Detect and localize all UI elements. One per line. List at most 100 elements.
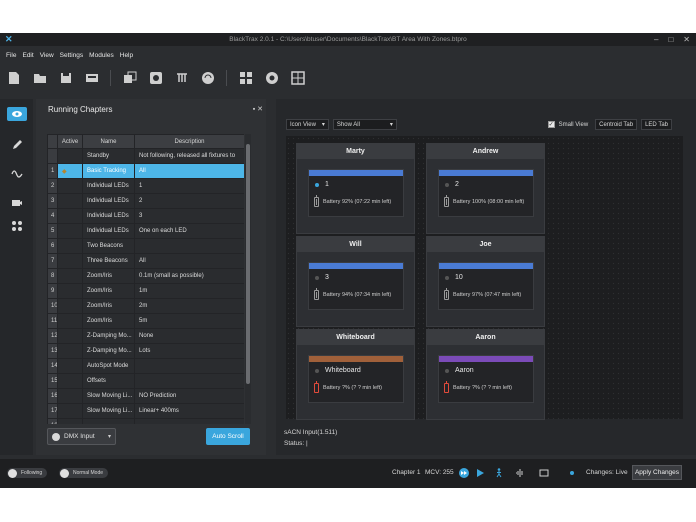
- layout-icon[interactable]: [238, 71, 253, 86]
- tracker-card[interactable]: Aaron Aaron Battery ?% (? ? min left): [426, 329, 545, 420]
- table-row[interactable]: 3 Individual LEDs 2: [47, 193, 244, 209]
- small-view-checkbox[interactable]: ✓: [547, 121, 555, 128]
- tracker-card[interactable]: Andrew 2 Battery 100% (08:00 min left): [426, 143, 545, 234]
- menu-view[interactable]: View: [40, 52, 54, 64]
- save-icon[interactable]: [58, 71, 73, 86]
- following-toggle[interactable]: Following: [7, 468, 48, 478]
- grid-icon[interactable]: [290, 71, 305, 86]
- table-row[interactable]: 16 Slow Moving Li... NO Prediction: [47, 388, 244, 404]
- tracker-color-bar: [309, 263, 403, 269]
- auto-scroll-button[interactable]: Auto Scroll: [206, 428, 250, 445]
- table-row[interactable]: 4 Individual LEDs 3: [47, 208, 244, 224]
- row-description: [134, 418, 244, 424]
- clone-icon[interactable]: [122, 71, 137, 86]
- new-file-icon[interactable]: [6, 71, 21, 86]
- row-description: [134, 373, 244, 389]
- input-select[interactable]: DMX Input ▾: [47, 428, 116, 445]
- tracker-card[interactable]: Will 3 Battery 94% (07:34 min left): [296, 236, 415, 327]
- tracker-view-area: Icon View ▾ Show All ▾ ✓ Small View Centro…: [276, 99, 696, 455]
- row-number: 1: [47, 163, 58, 179]
- menu-help[interactable]: Help: [120, 52, 133, 64]
- maximize-icon[interactable]: □: [668, 35, 673, 44]
- tracker-status-dot-icon: [315, 182, 319, 187]
- wave-icon[interactable]: [7, 167, 27, 181]
- view-mode-label: Icon View: [290, 121, 316, 128]
- table-row[interactable]: 17 Slow Moving Li... Linear+ 400ms: [47, 403, 244, 419]
- centroid-tab-button[interactable]: Centroid Tab: [595, 119, 638, 130]
- table-row[interactable]: 12 Z-Damping Mo... None: [47, 328, 244, 344]
- table-scrollbar[interactable]: [245, 134, 251, 424]
- battery-icon: [314, 381, 319, 393]
- row-number: 5: [47, 223, 58, 239]
- header-active[interactable]: Active: [57, 134, 83, 149]
- apply-changes-button[interactable]: Apply Changes: [632, 465, 682, 480]
- minimize-icon[interactable]: –: [654, 35, 658, 44]
- panel-title: Running Chapters: [48, 105, 113, 114]
- tracker-card[interactable]: Joe 10 Battery 97% (07:47 min left): [426, 236, 545, 327]
- row-number: 15: [47, 373, 58, 389]
- row-description: Not following, released all fixtures to: [134, 148, 244, 164]
- header-description[interactable]: Description: [134, 134, 244, 149]
- view-mode-select[interactable]: Icon View ▾: [286, 119, 329, 130]
- table-row[interactable]: 11 Zoom/Iris 5m: [47, 313, 244, 329]
- waveform-icon[interactable]: [514, 467, 525, 478]
- table-row[interactable]: 15 Offsets: [47, 373, 244, 389]
- menu-edit[interactable]: Edit: [22, 52, 33, 64]
- camera-icon[interactable]: [7, 196, 27, 210]
- row-active-cell: [57, 253, 83, 269]
- close-panel-icon[interactable]: ✕: [257, 106, 263, 113]
- normal-mode-toggle[interactable]: Normal Mode: [59, 468, 109, 478]
- table-row[interactable]: 2 Individual LEDs 1: [47, 178, 244, 194]
- table-row[interactable]: 5 Individual LEDs One on each LED: [47, 223, 244, 239]
- menu-settings[interactable]: Settings: [60, 52, 84, 64]
- tracker-card[interactable]: Whiteboard Whiteboard Battery ?% (? ? min …: [296, 329, 415, 420]
- open-folder-icon[interactable]: [32, 71, 47, 86]
- close-icon[interactable]: ✕: [683, 35, 690, 44]
- chevron-down-icon: ▾: [321, 122, 325, 128]
- target-icon[interactable]: [264, 71, 279, 86]
- tracker-status-dot-icon: [445, 275, 449, 280]
- table-row[interactable]: 6 Two Beacons: [47, 238, 244, 254]
- row-name: Zoom/Iris: [82, 313, 135, 329]
- pencil-icon[interactable]: [7, 138, 27, 152]
- tracker-detail: 1 Battery 92% (07:22 min left): [308, 169, 404, 217]
- title-bar: ✕ BlackTrax 2.0.1 - C:\Users\btuser\Docu…: [0, 33, 696, 46]
- network-icon[interactable]: [7, 219, 27, 233]
- row-description: Lots: [134, 343, 244, 359]
- table-row[interactable]: 13 Z-Damping Mo... Lots: [47, 343, 244, 359]
- battery-text: Battery 100% (08:00 min left): [453, 199, 525, 205]
- walking-person-icon[interactable]: [493, 467, 504, 478]
- table-row[interactable]: 14 AutoSpot Mode: [47, 358, 244, 374]
- header-name[interactable]: Name: [82, 134, 135, 149]
- menu-modules[interactable]: Modules: [89, 52, 114, 64]
- save-as-icon[interactable]: [84, 71, 99, 86]
- scrollbar-thumb[interactable]: [246, 144, 250, 384]
- table-row[interactable]: 18: [47, 418, 244, 424]
- trackers-icon[interactable]: [174, 71, 189, 86]
- table-row[interactable]: 8 Zoom/Iris 0.1m (small as possible): [47, 268, 244, 284]
- tracker-card[interactable]: Marty 1 Battery 92% (07:22 min left): [296, 143, 415, 234]
- chapters-table: Active Name Description Standby Not follo…: [47, 134, 244, 424]
- eye-icon[interactable]: [7, 107, 27, 121]
- row-description: [134, 358, 244, 374]
- row-number: 3: [47, 193, 58, 209]
- battery-fill: [316, 199, 317, 205]
- filter-select[interactable]: Show All ▾: [332, 119, 397, 130]
- table-row[interactable]: 1 ◆ Basic Tracking All: [47, 163, 244, 179]
- table-row[interactable]: 7 Three Beacons All: [47, 253, 244, 269]
- row-name: Slow Moving Li...: [82, 403, 135, 419]
- sync-icon[interactable]: [148, 71, 163, 86]
- message-icon[interactable]: [538, 467, 549, 478]
- chevron-down-icon: ▾: [389, 122, 393, 128]
- table-row[interactable]: 9 Zoom/Iris 1m: [47, 283, 244, 299]
- table-row[interactable]: Standby Not following, released all fixtu…: [47, 148, 244, 164]
- play-icon[interactable]: [474, 467, 485, 478]
- wifi-icon[interactable]: [200, 71, 215, 86]
- row-description: 2m: [134, 298, 244, 314]
- fast-forward-icon[interactable]: [458, 467, 469, 478]
- menu-file[interactable]: File: [6, 52, 16, 64]
- table-row[interactable]: 10 Zoom/Iris 2m: [47, 298, 244, 314]
- app-window: ✕ BlackTrax 2.0.1 - C:\Users\btuser\Docu…: [0, 33, 696, 488]
- led-tab-button[interactable]: LED Tab: [641, 119, 672, 130]
- pin-icon[interactable]: ▪: [253, 106, 255, 113]
